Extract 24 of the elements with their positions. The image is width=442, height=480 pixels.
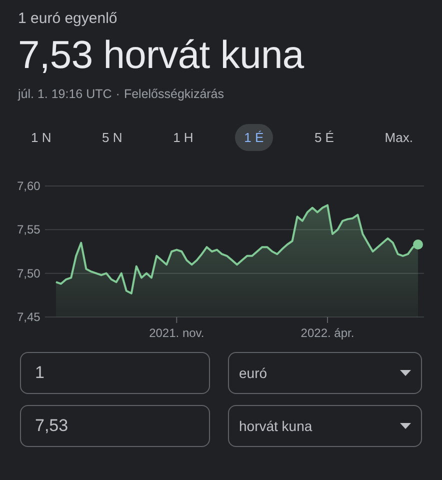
currency-dropdown[interactable]: euró (228, 352, 422, 394)
disclaimer-link[interactable]: Felelősségkizárás (124, 87, 224, 101)
separator: · (116, 87, 120, 101)
range-tab[interactable]: 1 É (235, 124, 273, 151)
dropdown-caret-icon (400, 370, 411, 376)
amount-field[interactable]: 1 (20, 352, 210, 394)
dropdown-caret-icon (400, 423, 411, 429)
y-axis-label: 7,55 (17, 222, 40, 237)
conversion-result: 7,53 horvát kuna (18, 34, 304, 78)
currency-dropdown[interactable]: horvát kuna (228, 405, 422, 447)
range-tab[interactable]: 1 H (164, 124, 202, 151)
range-tab[interactable]: 5 É (305, 124, 343, 151)
y-axis-label: 7,50 (17, 266, 40, 280)
current-point-marker (413, 240, 423, 250)
amount-field[interactable]: 7,53 (20, 405, 210, 447)
y-axis-label: 7,45 (17, 310, 40, 324)
y-axis-label: 7,60 (17, 179, 40, 193)
range-tab[interactable]: 5 N (93, 124, 132, 151)
x-axis-label: 2021. nov. (149, 326, 204, 340)
caption: 1 euró egyenlő (18, 10, 118, 27)
range-tab[interactable]: 1 N (22, 124, 60, 151)
range-tab[interactable]: Max. (376, 124, 422, 151)
x-axis-label: 2022. ápr. (300, 326, 354, 340)
timestamp: júl. 1. 19:16 UTC (18, 87, 112, 101)
